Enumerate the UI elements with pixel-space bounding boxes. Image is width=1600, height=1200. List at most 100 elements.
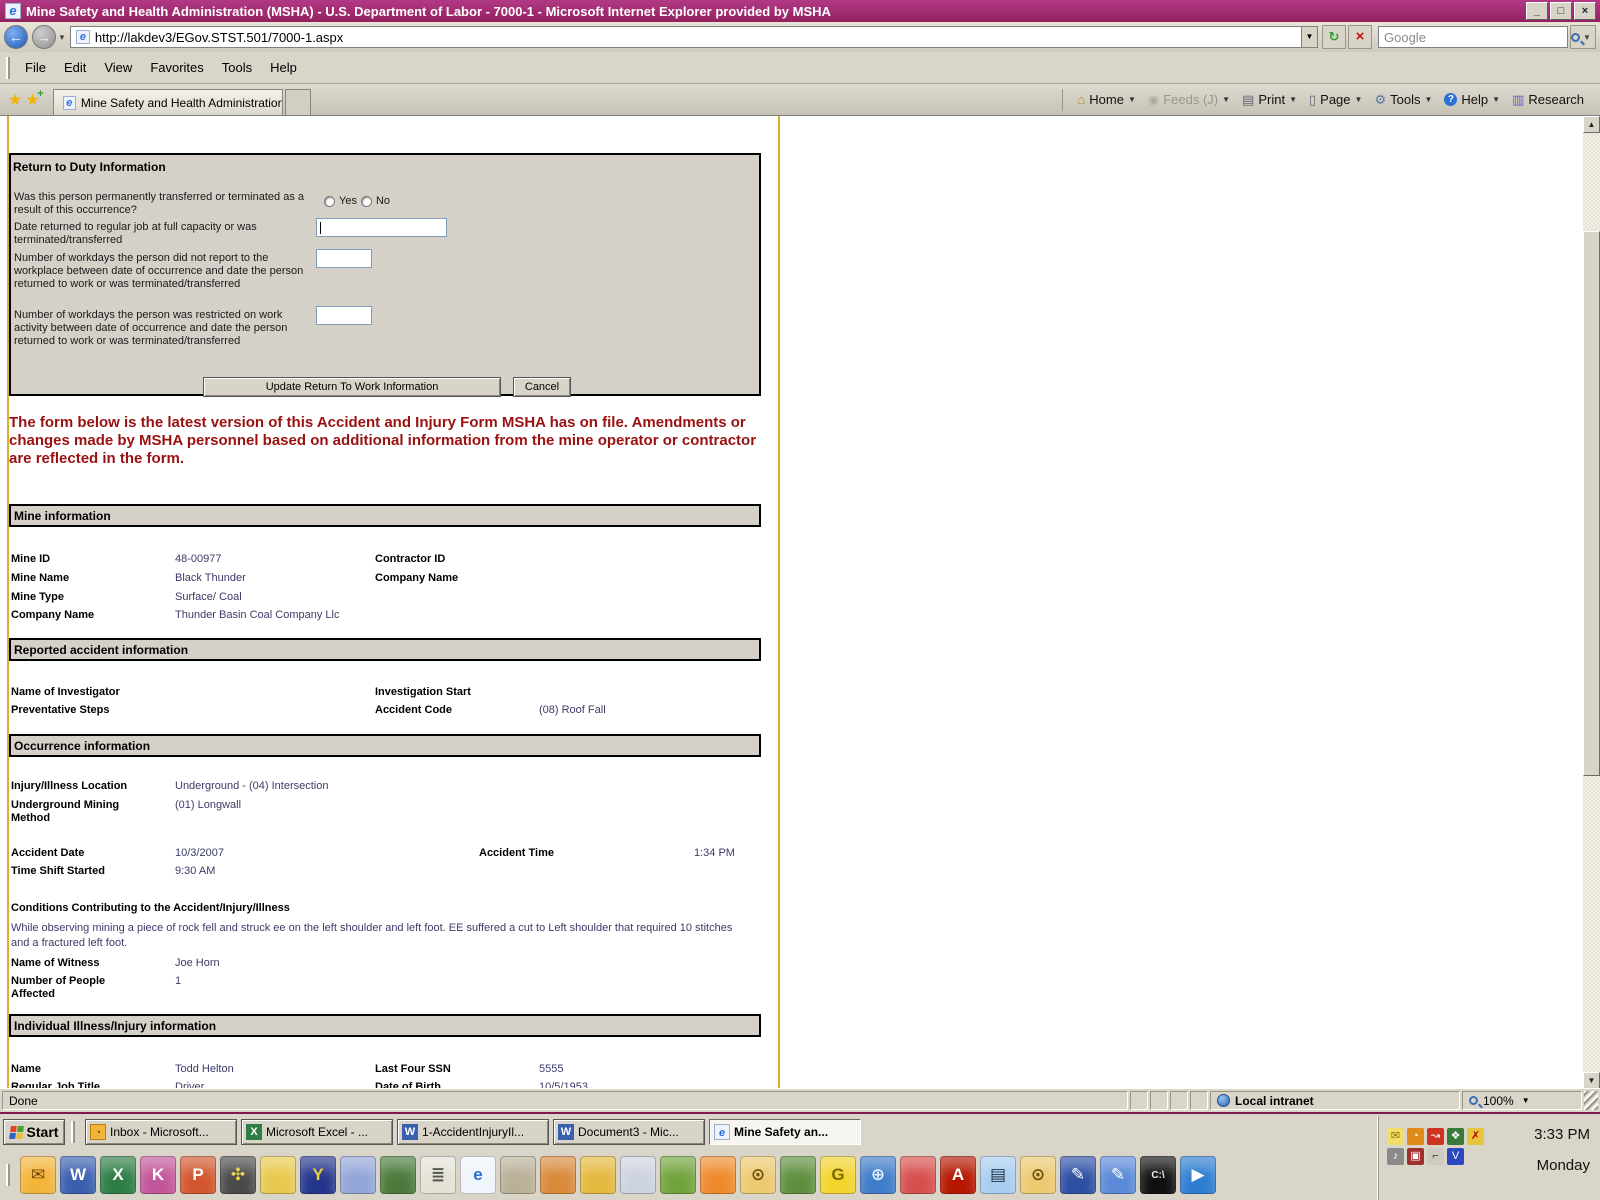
cancel-button[interactable]: Cancel xyxy=(513,377,571,397)
cartoon-dog-icon[interactable] xyxy=(540,1156,576,1194)
tigger-icon[interactable] xyxy=(700,1156,736,1194)
zoom-dropdown-icon[interactable]: ▼ xyxy=(1522,1096,1530,1105)
mouse-device-tray-icon[interactable]: ⌐ xyxy=(1427,1148,1444,1165)
key-lock-tray-icon[interactable]: ✗ xyxy=(1467,1128,1484,1145)
globe-sync-icon[interactable]: ⊕ xyxy=(860,1156,896,1194)
word-icon[interactable]: W xyxy=(60,1156,96,1194)
resize-grip[interactable] xyxy=(1584,1091,1598,1110)
g-arrow-icon[interactable]: G xyxy=(820,1156,856,1194)
internet-explorer-icon[interactable]: e xyxy=(460,1156,496,1194)
mail-tray-icon[interactable]: ✉ xyxy=(1387,1128,1404,1145)
giraffe-icon[interactable] xyxy=(580,1156,616,1194)
menu-file[interactable]: File xyxy=(16,56,55,79)
excel-icon[interactable]: X xyxy=(100,1156,136,1194)
search-options-icon[interactable]: ▼ xyxy=(1583,33,1591,42)
sign-maker-icon[interactable]: ✎ xyxy=(1100,1156,1136,1194)
page-dropdown-icon[interactable]: ▼ xyxy=(1355,95,1363,104)
notepad-icon[interactable]: ▤ xyxy=(980,1156,1016,1194)
search-folder-icon[interactable]: ⊙ xyxy=(740,1156,776,1194)
pointer-tray-icon[interactable]: ↝ xyxy=(1427,1128,1444,1145)
scroll-down-icon[interactable]: ▼ xyxy=(1583,1072,1600,1088)
menu-edit[interactable]: Edit xyxy=(55,56,95,79)
history-dropdown-icon[interactable]: ▼ xyxy=(58,33,66,42)
search-folder-2-icon[interactable]: ⊙ xyxy=(1020,1156,1056,1194)
hatching-chick-icon[interactable] xyxy=(500,1156,536,1194)
address-dropdown-icon[interactable]: ▼ xyxy=(1301,27,1317,47)
scroll-up-icon[interactable]: ▲ xyxy=(1583,116,1600,133)
menu-tools[interactable]: Tools xyxy=(213,56,261,79)
cartoon-bird-icon[interactable] xyxy=(260,1156,296,1194)
url-text[interactable]: http://lakdev3/EGov.STST.501/7000-1.aspx xyxy=(95,30,1301,45)
tools-button[interactable]: ⚙ Tools ▼ xyxy=(1368,92,1438,108)
minimize-button[interactable]: _ xyxy=(1526,2,1548,20)
feeds-button[interactable]: ◉ Feeds (J) ▼ xyxy=(1142,92,1236,108)
taskbar-clock[interactable]: 3:33 PM Monday xyxy=(1497,1116,1600,1200)
yes-radio[interactable] xyxy=(324,195,335,207)
powerpoint-icon[interactable]: P xyxy=(180,1156,216,1194)
add-favorite-icon[interactable]: ★ xyxy=(25,88,44,110)
restore-button[interactable]: □ xyxy=(1550,2,1572,20)
page-button[interactable]: ▯ Page ▼ xyxy=(1303,92,1368,108)
color-balls-tray-icon[interactable]: ❖ xyxy=(1447,1128,1464,1145)
taskbar-button-word2[interactable]: W Document3 - Mic... xyxy=(553,1119,705,1145)
feeds-dropdown-icon[interactable]: ▼ xyxy=(1222,95,1230,104)
pinwheel-icon[interactable]: ✣ xyxy=(220,1156,256,1194)
taskbar-button-inbox[interactable]: ◔ Inbox - Microsoft... xyxy=(85,1119,237,1145)
help-button[interactable]: ? Help ▼ xyxy=(1438,92,1506,107)
taskbar-button-excel[interactable]: X Microsoft Excel - ... xyxy=(241,1119,393,1145)
acrobat-icon[interactable]: A xyxy=(940,1156,976,1194)
menu-favorites[interactable]: Favorites xyxy=(141,56,212,79)
clock-sync-tray-icon[interactable]: ◔ xyxy=(1407,1128,1424,1145)
media-player-icon[interactable]: ▶ xyxy=(1180,1156,1216,1194)
cartoon-cat-icon[interactable] xyxy=(620,1156,656,1194)
help-dropdown-icon[interactable]: ▼ xyxy=(1492,95,1500,104)
taskbar-button-ie-active[interactable]: e Mine Safety an... xyxy=(709,1119,861,1145)
vertical-scrollbar[interactable]: ▲ ▼ xyxy=(1583,116,1600,1088)
new-tab-stub[interactable] xyxy=(284,89,311,115)
volume-tray-icon[interactable]: ♪ xyxy=(1387,1148,1404,1165)
workdays-restricted-input[interactable] xyxy=(316,306,372,325)
eagle-head-icon[interactable] xyxy=(340,1156,376,1194)
command-prompt-icon[interactable]: C:\ xyxy=(1140,1156,1176,1194)
grinch-icon[interactable] xyxy=(660,1156,696,1194)
home-button[interactable]: ⌂ Home ▼ xyxy=(1071,92,1141,107)
address-field[interactable]: e http://lakdev3/EGov.STST.501/7000-1.as… xyxy=(69,26,1318,48)
menu-help[interactable]: Help xyxy=(261,56,306,79)
home-dropdown-icon[interactable]: ▼ xyxy=(1128,95,1136,104)
tools-dropdown-icon[interactable]: ▼ xyxy=(1424,95,1432,104)
scroll-thumb[interactable] xyxy=(1583,231,1600,776)
network-box-tray-icon[interactable]: ▣ xyxy=(1407,1148,1424,1165)
start-button[interactable]: Start xyxy=(3,1119,65,1145)
close-button[interactable]: × xyxy=(1574,2,1596,20)
refresh-button[interactable]: ↻ xyxy=(1322,25,1346,49)
menu-view[interactable]: View xyxy=(95,56,141,79)
forward-button[interactable]: → xyxy=(32,25,56,49)
antivirus-shield-tray-icon[interactable]: V xyxy=(1447,1148,1464,1165)
newspaper-icon[interactable]: ≣ xyxy=(420,1156,456,1194)
search-input[interactable]: Google xyxy=(1378,26,1568,48)
woodpecker-icon[interactable] xyxy=(900,1156,936,1194)
print-button[interactable]: ▤ Print ▼ xyxy=(1236,92,1303,108)
active-tab[interactable]: e Mine Safety and Health Administration … xyxy=(52,89,283,115)
workdays-lost-input[interactable] xyxy=(316,249,372,268)
stop-button[interactable]: × xyxy=(1348,25,1372,49)
club-emblem-icon[interactable]: Y xyxy=(300,1156,336,1194)
menu-grip[interactable] xyxy=(6,56,10,79)
search-button[interactable]: ▼ xyxy=(1570,25,1596,49)
taskbar-grip[interactable] xyxy=(71,1121,75,1143)
zoom-panel[interactable]: 100% ▼ xyxy=(1462,1091,1582,1110)
print-dropdown-icon[interactable]: ▼ xyxy=(1289,95,1297,104)
frog-icon[interactable] xyxy=(780,1156,816,1194)
notebook-icon[interactable]: ✎ xyxy=(1060,1156,1096,1194)
no-radio[interactable] xyxy=(360,195,372,207)
research-button[interactable]: ▥ Research xyxy=(1506,92,1590,108)
update-return-to-work-button[interactable]: Update Return To Work Information xyxy=(203,377,501,397)
quick-launch-grip[interactable] xyxy=(6,1164,10,1186)
outlook-icon[interactable]: ✉ xyxy=(20,1156,56,1194)
taskbar-button-word1[interactable]: W 1-AccidentInjuryIl... xyxy=(397,1119,549,1145)
access-key-icon[interactable]: K xyxy=(140,1156,176,1194)
date-returned-input[interactable] xyxy=(316,218,447,237)
favorites-center-icon[interactable]: ★ xyxy=(8,90,22,110)
back-button[interactable]: ← xyxy=(4,25,28,49)
green-character-icon[interactable] xyxy=(380,1156,416,1194)
